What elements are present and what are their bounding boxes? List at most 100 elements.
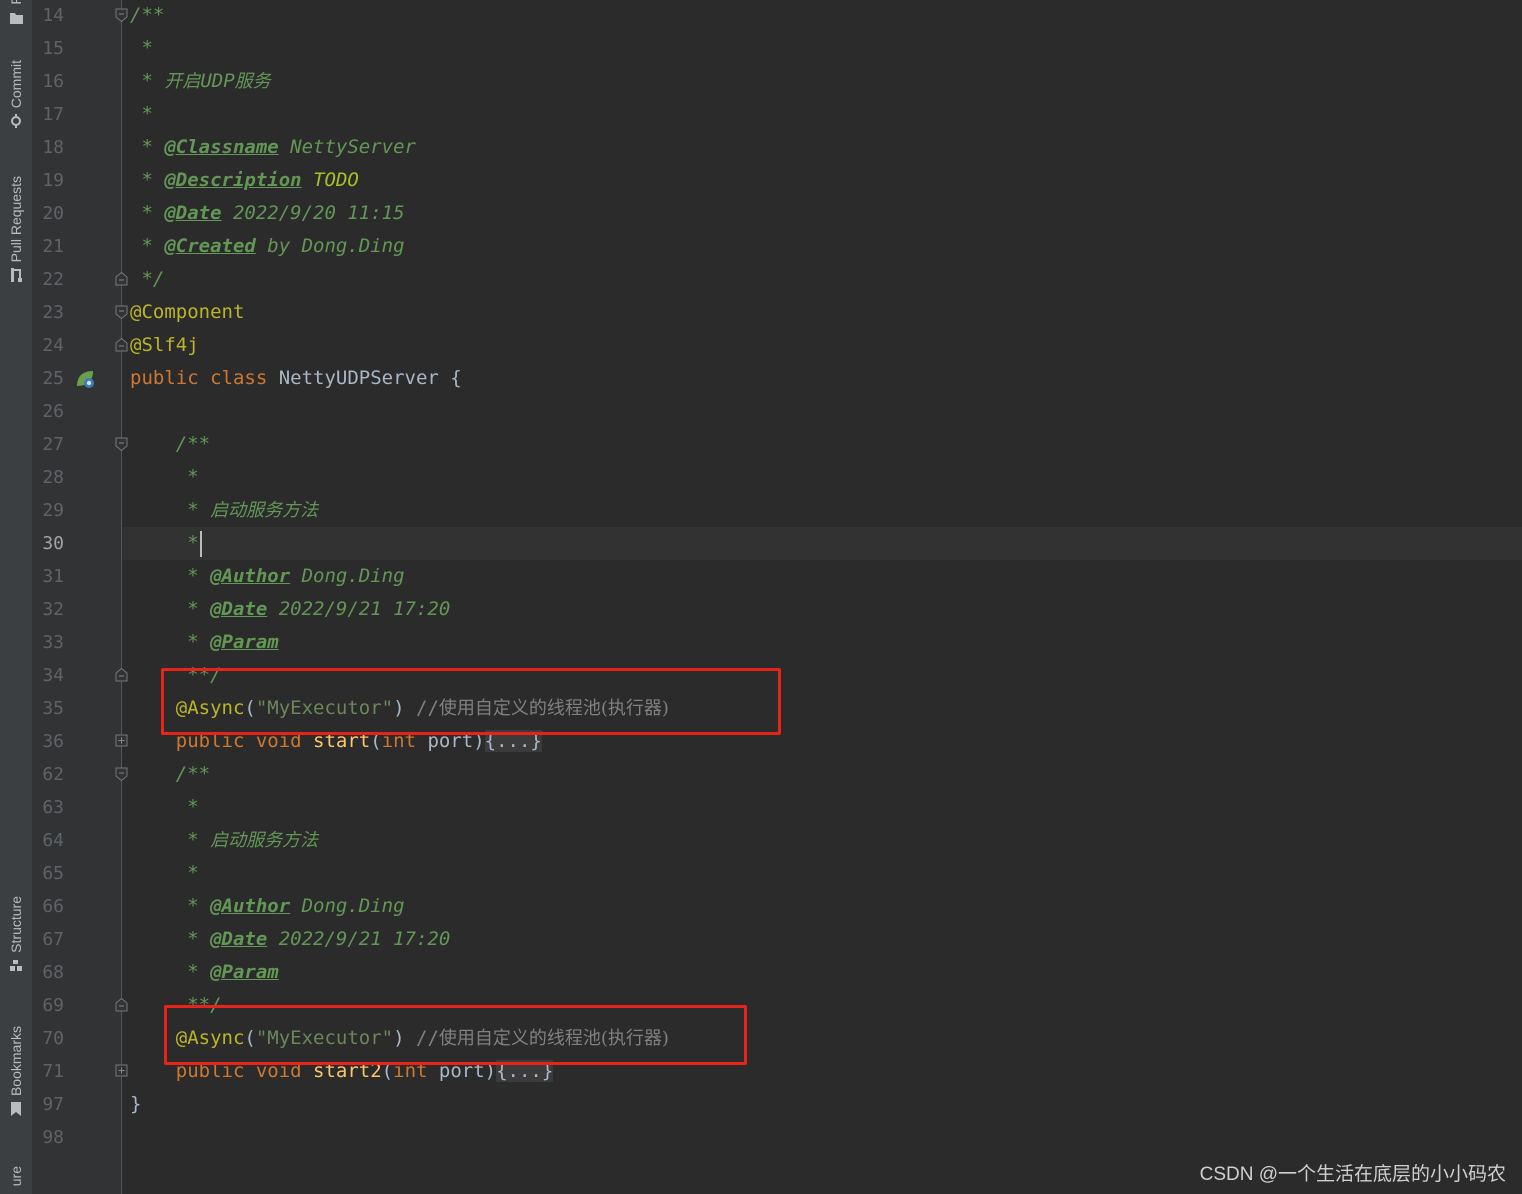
code-line-27[interactable]: 27 /** [0, 428, 1522, 461]
code-text: @Component [130, 296, 244, 329]
code-line-22[interactable]: 22 */ [0, 263, 1522, 296]
line-number: 35 [42, 698, 64, 719]
code-text: * @Param [130, 956, 279, 989]
fold-expand-icon[interactable] [115, 1064, 128, 1078]
code-token: @Param [210, 961, 279, 983]
fold-expand-icon[interactable] [115, 734, 128, 748]
code-line-68[interactable]: 68 * @Param [0, 956, 1522, 989]
code-token: * [130, 136, 165, 158]
fold-collapse-icon[interactable] [115, 8, 128, 22]
code-token: * [130, 895, 211, 917]
code-token: @Author [210, 895, 291, 917]
code-text: * @Param [130, 626, 279, 659]
code-line-65[interactable]: 65 * [0, 857, 1522, 890]
code-token: @Classname [164, 136, 279, 158]
code-line-33[interactable]: 33 * @Param [0, 626, 1522, 659]
line-number: 71 [42, 1061, 64, 1082]
code-token: @Date [210, 928, 268, 950]
code-text: } [130, 1088, 141, 1121]
code-token: @Date [164, 202, 222, 224]
line-number: 97 [42, 1094, 64, 1115]
fold-collapse-icon[interactable] [115, 338, 128, 352]
line-number: 70 [42, 1028, 64, 1049]
code-line-30[interactable]: 30 * [0, 527, 1522, 560]
line-number: 28 [42, 467, 64, 488]
fold-collapse-icon[interactable] [115, 305, 128, 319]
code-token: * [130, 565, 211, 587]
line-number: 20 [42, 203, 64, 224]
code-token: } [130, 1093, 142, 1115]
fold-collapse-icon[interactable] [115, 668, 128, 682]
line-number: 14 [42, 5, 64, 26]
code-line-62[interactable]: 62 /** [0, 758, 1522, 791]
code-line-97[interactable]: 97} [0, 1088, 1522, 1121]
code-line-17[interactable]: 17 * [0, 98, 1522, 131]
line-number: 22 [42, 269, 64, 290]
code-line-15[interactable]: 15 * [0, 32, 1522, 65]
fold-collapse-icon[interactable] [115, 998, 128, 1012]
code-line-26[interactable]: 26 [0, 395, 1522, 428]
code-line-29[interactable]: 29 * 启动服务方法 [0, 494, 1522, 527]
line-number: 25 [42, 368, 64, 389]
code-line-18[interactable]: 18 * @Classname NettyServer [0, 131, 1522, 164]
code-line-64[interactable]: 64 * 启动服务方法 [0, 824, 1522, 857]
code-line-31[interactable]: 31 * @Author Dong.Ding [0, 560, 1522, 593]
line-number: 68 [42, 962, 64, 983]
code-line-98[interactable]: 98 [0, 1121, 1522, 1154]
code-token: * [130, 862, 199, 884]
line-number: 66 [42, 896, 64, 917]
code-token: * [130, 532, 199, 554]
code-line-25[interactable]: 25 public class NettyUDPServer { [0, 362, 1522, 395]
code-token: * [130, 829, 211, 851]
code-token: 2022/9/20 11:15 [221, 202, 405, 224]
line-number: 24 [42, 335, 64, 356]
code-token: * [130, 796, 199, 818]
line-number: 64 [42, 830, 64, 851]
code-text: * [130, 857, 199, 890]
code-text: * @Author Dong.Ding [130, 560, 404, 593]
code-line-16[interactable]: 16 * 开启UDP服务 [0, 65, 1522, 98]
line-number: 27 [42, 434, 64, 455]
fold-collapse-icon[interactable] [115, 272, 128, 286]
code-line-67[interactable]: 67 * @Date 2022/9/21 17:20 [0, 923, 1522, 956]
line-number: 16 [42, 71, 64, 92]
code-line-66[interactable]: 66 * @Author Dong.Ding [0, 890, 1522, 923]
line-number: 62 [42, 764, 64, 785]
code-token: /** [130, 4, 165, 26]
code-token: @Param [210, 631, 279, 653]
code-text: * [130, 461, 198, 494]
line-number: 19 [42, 170, 64, 191]
code-line-21[interactable]: 21 * @Created by Dong.Ding [0, 230, 1522, 263]
code-token: * [130, 103, 153, 125]
code-token: * [130, 631, 211, 653]
fold-collapse-icon[interactable] [115, 437, 128, 451]
code-line-14[interactable]: 14 /** [0, 0, 1522, 32]
line-number: 18 [42, 137, 64, 158]
code-token: 服务 [234, 71, 271, 92]
line-number: 26 [42, 401, 64, 422]
code-line-63[interactable]: 63 * [0, 791, 1522, 824]
code-line-24[interactable]: 24 @Slf4j [0, 329, 1522, 362]
code-line-23[interactable]: 23 @Component [0, 296, 1522, 329]
code-line-20[interactable]: 20 * @Date 2022/9/20 11:15 [0, 197, 1522, 230]
fold-collapse-icon[interactable] [115, 767, 128, 781]
code-token: * [130, 961, 211, 983]
code-text: * @Date 2022/9/21 17:20 [130, 593, 450, 626]
spring-bean-icon[interactable] [74, 368, 96, 390]
current-line-highlight [122, 527, 1522, 560]
code-line-19[interactable]: 19 * @Description TODO [0, 164, 1522, 197]
line-number: 67 [42, 929, 64, 950]
line-number: 21 [42, 236, 64, 257]
code-line-28[interactable]: 28 * [0, 461, 1522, 494]
code-token: */ [130, 268, 165, 290]
code-text: * @Description TODO [130, 164, 358, 197]
code-token: NettyServer [278, 136, 416, 158]
code-text: * @Date 2022/9/20 11:15 [130, 197, 405, 230]
code-token: 2022/9/21 17:20 [267, 598, 451, 620]
code-token: * [130, 928, 211, 950]
code-text: * 启动服务方法 [130, 494, 318, 527]
code-token: @Description [164, 169, 302, 191]
code-line-32[interactable]: 32 * @Date 2022/9/21 17:20 [0, 593, 1522, 626]
code-text: @Slf4j [130, 329, 199, 362]
